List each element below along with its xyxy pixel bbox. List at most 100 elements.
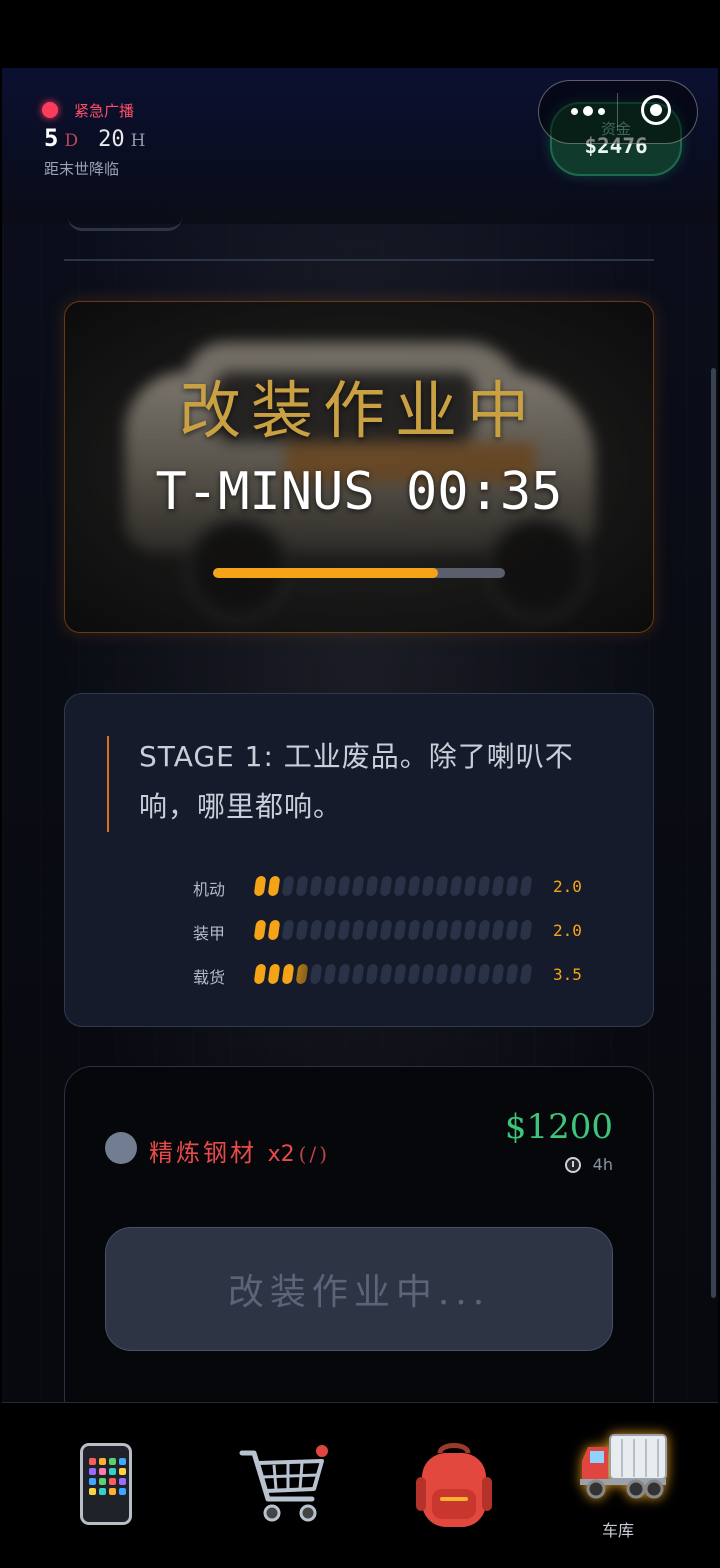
modify-action-button[interactable]: 改装作业中... bbox=[105, 1227, 613, 1351]
stat-pips bbox=[253, 964, 533, 984]
upgrade-duration-value: 4h bbox=[592, 1155, 613, 1174]
stat-pip bbox=[477, 920, 491, 940]
stat-pip bbox=[267, 920, 281, 940]
stat-pip bbox=[309, 876, 323, 896]
stat-pip bbox=[407, 920, 421, 940]
stat-pip bbox=[491, 920, 505, 940]
stat-pip bbox=[323, 964, 337, 984]
stat-pip bbox=[365, 920, 379, 940]
stat-pip bbox=[379, 876, 393, 896]
stat-pip bbox=[281, 964, 295, 984]
stat-pip bbox=[379, 920, 393, 940]
stat-value: 2.0 bbox=[553, 921, 582, 940]
stat-pip bbox=[491, 876, 505, 896]
nav-item-phone[interactable] bbox=[38, 1403, 178, 1568]
stat-pip bbox=[407, 964, 421, 984]
upgrade-cost-card: 精炼钢材 x2 (/) $1200 4h 改装作业中... bbox=[64, 1066, 654, 1407]
nav-label: 车库 bbox=[601, 1521, 634, 1540]
stat-pip bbox=[505, 920, 519, 940]
stat-pip bbox=[267, 964, 281, 984]
stat-pip bbox=[463, 920, 477, 940]
modification-progress-panel: 改装作业中 T-MINUS 00:35 bbox=[64, 301, 654, 633]
stage-description: STAGE 1: 工业废品。除了喇叭不响，哪里都响。 bbox=[139, 740, 574, 823]
miniprogram-capsule bbox=[538, 80, 698, 144]
stat-value: 2.0 bbox=[553, 877, 582, 896]
nav-item-garage[interactable]: 车库 bbox=[548, 1403, 688, 1568]
truck-icon bbox=[580, 1434, 667, 1499]
stat-pip bbox=[421, 964, 435, 984]
stat-pip bbox=[295, 920, 309, 940]
stat-pip bbox=[407, 876, 421, 896]
stat-pip bbox=[477, 964, 491, 984]
app-screen: 紧急广播 5 D 20 H 距末世降临 资金 $2476 改装作业中 T-MIN… bbox=[2, 68, 718, 1568]
bottom-navigation: 车库 bbox=[2, 1402, 718, 1568]
stat-pip bbox=[365, 964, 379, 984]
more-options-icon[interactable] bbox=[559, 95, 617, 127]
stat-pip bbox=[351, 920, 365, 940]
work-progress-bar bbox=[213, 568, 505, 578]
nav-item-backpack[interactable] bbox=[378, 1403, 518, 1568]
countdown-days: 5 bbox=[44, 124, 59, 152]
stat-pip bbox=[449, 876, 463, 896]
stat-pip bbox=[435, 876, 449, 896]
stat-pip bbox=[337, 964, 351, 984]
stat-pip bbox=[449, 964, 463, 984]
stat-pip bbox=[435, 964, 449, 984]
stat-pip bbox=[365, 876, 379, 896]
stat-pip bbox=[519, 920, 533, 940]
phone-icon bbox=[80, 1443, 132, 1525]
stat-pip bbox=[295, 964, 309, 984]
material-requirement: 精炼钢材 x2 (/) bbox=[149, 1133, 330, 1168]
scrolled-tab-edge bbox=[68, 214, 182, 231]
stat-pip bbox=[281, 920, 295, 940]
stat-pip bbox=[337, 920, 351, 940]
stat-pip bbox=[253, 964, 267, 984]
stat-label: 装甲 bbox=[193, 924, 226, 943]
work-countdown-timer: T-MINUS 00:35 bbox=[155, 462, 563, 522]
stat-pip bbox=[253, 876, 267, 896]
work-progress-fill bbox=[213, 568, 438, 578]
stage-accent-bar bbox=[107, 736, 109, 832]
countdown-day-unit: D bbox=[64, 131, 79, 151]
stat-pip bbox=[519, 964, 533, 984]
stat-pips bbox=[253, 920, 533, 940]
stat-pip bbox=[323, 920, 337, 940]
stat-pip bbox=[491, 964, 505, 984]
stat-pip bbox=[379, 964, 393, 984]
upgrade-duration: 4h bbox=[564, 1155, 613, 1174]
system-status-bar bbox=[0, 0, 720, 68]
countdown-hour-unit: H bbox=[130, 131, 146, 151]
stat-pip bbox=[309, 920, 323, 940]
stat-pip bbox=[505, 964, 519, 984]
stat-pip bbox=[393, 920, 407, 940]
alert-label: 紧急广播 bbox=[74, 102, 135, 120]
stat-pip bbox=[295, 876, 309, 896]
stat-label: 载货 bbox=[193, 968, 226, 987]
stopwatch-icon bbox=[564, 1156, 581, 1173]
stat-label: 机动 bbox=[193, 880, 226, 899]
material-quantity: x2 bbox=[267, 1142, 295, 1167]
stat-pip bbox=[477, 876, 491, 896]
stat-pip bbox=[393, 876, 407, 896]
capsule-divider bbox=[617, 93, 618, 131]
stat-pip bbox=[267, 876, 281, 896]
countdown-hours: 20 bbox=[98, 127, 125, 152]
stat-pip bbox=[323, 876, 337, 896]
doomsday-countdown: 5 D 20 H bbox=[44, 124, 159, 152]
material-note: (/) bbox=[298, 1142, 331, 1166]
work-status-title: 改装作业中 bbox=[178, 374, 539, 447]
stat-pip bbox=[393, 964, 407, 984]
close-target-icon[interactable] bbox=[641, 95, 671, 125]
stat-pip bbox=[281, 876, 295, 896]
stat-pip bbox=[519, 876, 533, 896]
nav-item-shop[interactable] bbox=[208, 1403, 348, 1568]
stat-pip bbox=[351, 964, 365, 984]
stat-row-cargo: 载货 3.5 bbox=[193, 964, 613, 987]
scrollbar[interactable] bbox=[711, 368, 716, 1298]
stage-info-card: STAGE 1: 工业废品。除了喇叭不响，哪里都响。 机动 2.0 装甲 2.0… bbox=[64, 693, 654, 1027]
stat-pips bbox=[253, 876, 533, 896]
stat-pip bbox=[505, 876, 519, 896]
upgrade-price: $1200 bbox=[504, 1107, 613, 1147]
stat-pip bbox=[337, 876, 351, 896]
stat-pip bbox=[309, 964, 323, 984]
